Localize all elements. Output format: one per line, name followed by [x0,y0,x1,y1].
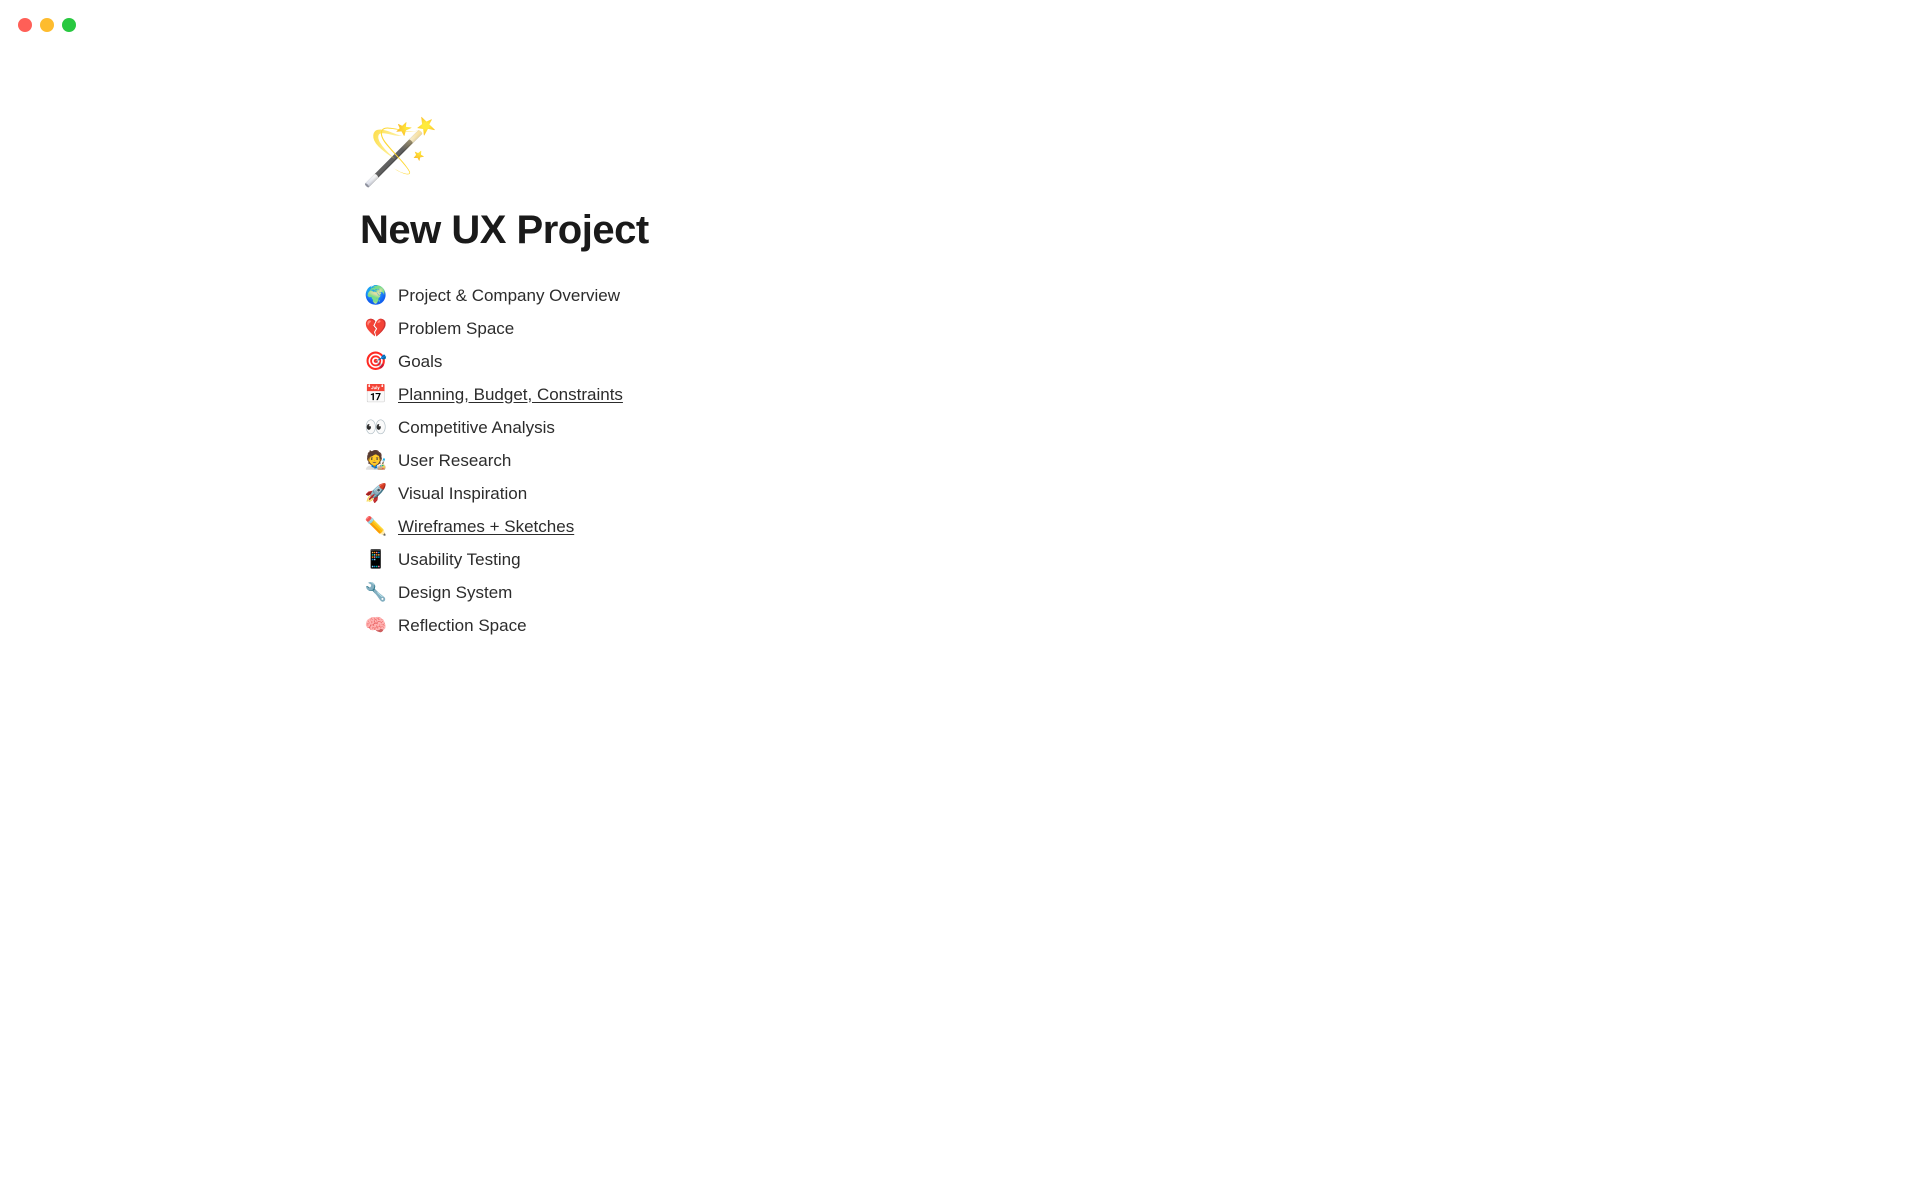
nav-item-emoji: 🚀 [364,483,388,504]
close-button[interactable] [18,18,32,32]
page-title: New UX Project [360,208,900,253]
main-content: 🪄 New UX Project 🌍 Project & Company Over… [0,0,900,760]
nav-item-label: Visual Inspiration [398,484,527,504]
maximize-button[interactable] [62,18,76,32]
minimize-button[interactable] [40,18,54,32]
nav-item-emoji: 🎯 [364,351,388,372]
nav-item[interactable]: 🌍 Project & Company Overview [360,281,900,310]
nav-item[interactable]: 💔 Problem Space [360,314,900,343]
nav-item[interactable]: 🧠 Reflection Space [360,611,900,640]
nav-item-label: Reflection Space [398,616,527,636]
nav-item[interactable]: 🚀 Visual Inspiration [360,479,900,508]
nav-item[interactable]: 📅 Planning, Budget, Constraints [360,380,900,409]
nav-item-emoji: 💔 [364,318,388,339]
nav-item-emoji: 🔧 [364,582,388,603]
nav-item-emoji: 🌍 [364,285,388,306]
page-icon: 🪄 [360,120,900,184]
nav-list: 🌍 Project & Company Overview 💔 Problem Spac… [360,281,900,640]
nav-item-label: Goals [398,352,442,372]
nav-item-label: Competitive Analysis [398,418,555,438]
nav-item-emoji: 📅 [364,384,388,405]
traffic-lights [18,18,76,32]
nav-item-label: Wireframes + Sketches [398,517,574,537]
nav-item-label: Planning, Budget, Constraints [398,385,623,405]
nav-item-emoji: 🧠 [364,615,388,636]
nav-item-label: Usability Testing [398,550,521,570]
nav-item[interactable]: 🎯 Goals [360,347,900,376]
nav-item[interactable]: 📱 Usability Testing [360,545,900,574]
nav-item[interactable]: 🔧 Design System [360,578,900,607]
nav-item-emoji: 👀 [364,417,388,438]
nav-item[interactable]: ✏️ Wireframes + Sketches [360,512,900,541]
nav-item[interactable]: 🧑‍🎨 User Research [360,446,900,475]
nav-item-label: Project & Company Overview [398,286,620,306]
nav-item-label: Problem Space [398,319,514,339]
nav-item-emoji: ✏️ [364,516,388,537]
nav-item-emoji: 📱 [364,549,388,570]
nav-item-emoji: 🧑‍🎨 [364,450,388,471]
nav-item[interactable]: 👀 Competitive Analysis [360,413,900,442]
nav-item-label: Design System [398,583,512,603]
nav-item-label: User Research [398,451,511,471]
